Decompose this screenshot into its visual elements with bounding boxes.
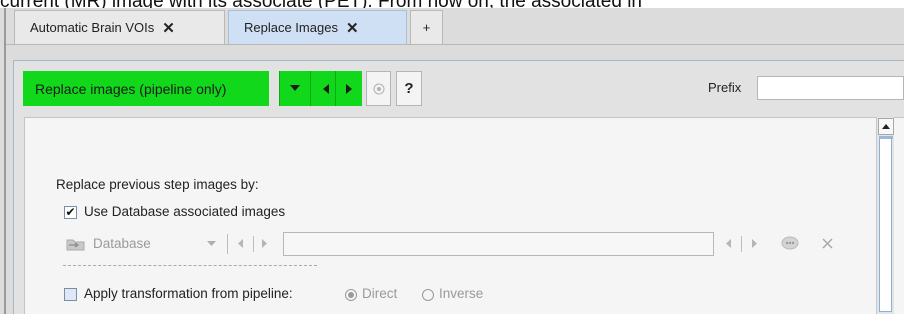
triangle-left-icon[interactable]: [238, 239, 244, 248]
close-icon[interactable]: ✕: [346, 19, 359, 37]
tab-divider: [6, 44, 904, 45]
direct-radio[interactable]: [345, 289, 357, 301]
dashed-divider: [63, 265, 317, 266]
scroll-thumb[interactable]: [879, 137, 892, 312]
database-path-field[interactable]: [283, 232, 714, 256]
folder-icon: [66, 239, 85, 251]
tab-label: Automatic Brain VOIs: [30, 20, 155, 35]
tab-automatic-brain-vois[interactable]: Automatic Brain VOIs ✕: [14, 10, 225, 44]
tab-label: Replace Images: [244, 20, 338, 35]
vertical-scrollbar[interactable]: [876, 117, 894, 314]
help-button[interactable]: ?: [396, 71, 422, 106]
apply-transform-label: Apply transformation from pipeline:: [84, 286, 293, 301]
step-name-label: Replace images (pipeline only): [35, 80, 227, 97]
scroll-up-button[interactable]: [878, 118, 894, 135]
next-step-button[interactable]: [336, 71, 362, 106]
inverse-radio[interactable]: [422, 289, 434, 301]
separator: [227, 234, 228, 254]
prefix-input[interactable]: [757, 76, 904, 100]
close-icon[interactable]: ✕: [162, 19, 175, 37]
apply-transform-checkbox[interactable]: [64, 288, 77, 301]
clear-icon[interactable]: [822, 238, 833, 249]
prefix-label: Prefix: [708, 80, 742, 95]
replace-by-heading: Replace previous step images by:: [56, 177, 259, 192]
triangle-right-icon[interactable]: [752, 239, 758, 248]
database-selector-label[interactable]: Database: [93, 236, 151, 251]
chevron-down-icon[interactable]: [207, 241, 216, 247]
target-icon: [373, 83, 384, 94]
use-db-label: Use Database associated images: [84, 204, 286, 219]
triangle-up-icon: [882, 124, 890, 129]
step-dropdown-button[interactable]: [280, 71, 310, 106]
triangle-right-icon: [345, 83, 352, 94]
triangle-left-icon[interactable]: [726, 239, 732, 248]
direct-radio-label: Direct: [362, 286, 398, 301]
add-tab-button[interactable]: +: [410, 10, 443, 44]
triangle-left-icon: [322, 83, 329, 94]
triangle-down-icon: [290, 85, 300, 91]
left-border: [4, 8, 6, 314]
inverse-radio-label: Inverse: [439, 286, 484, 301]
database-browse-icon[interactable]: [781, 236, 799, 250]
triangle-right-icon[interactable]: [262, 239, 268, 248]
scroll-thumb-grip: [879, 136, 893, 139]
record-button[interactable]: [366, 71, 391, 106]
separator: [253, 236, 254, 252]
step-name-button[interactable]: Replace images (pipeline only): [23, 71, 269, 106]
tab-replace-images[interactable]: Replace Images ✕: [228, 10, 407, 44]
plus-icon: +: [422, 20, 431, 35]
separator: [741, 236, 742, 252]
use-db-checkbox[interactable]: ✔: [64, 206, 77, 219]
